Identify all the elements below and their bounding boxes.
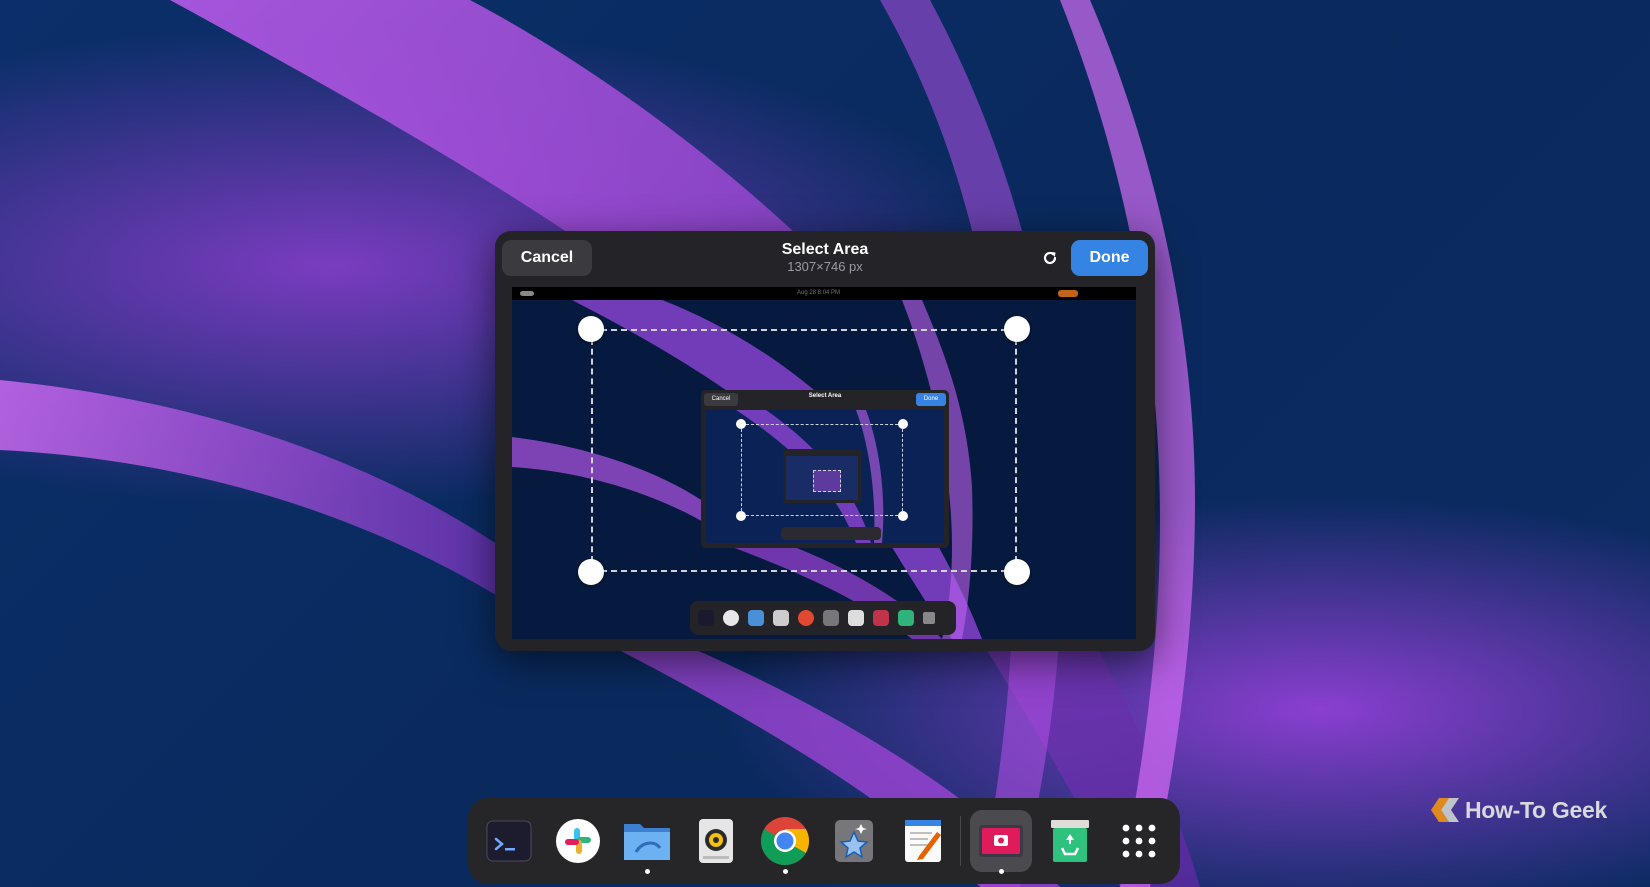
screenshot-preview[interactable]: Aug 28 8:04 PM Cancel Select Area Done xyxy=(512,287,1136,639)
how-to-geek-logo-icon xyxy=(1431,798,1459,822)
dialog-header: Cancel Select Area 1307×746 px Done xyxy=(495,231,1155,287)
selection-rectangle[interactable] xyxy=(591,329,1017,572)
app-grid-icon xyxy=(1122,824,1156,858)
dock-item-slack[interactable] xyxy=(547,810,609,872)
watermark-text: How-To Geek xyxy=(1465,796,1607,823)
select-area-dialog: Cancel Select Area 1307×746 px Done Aug … xyxy=(495,231,1155,651)
dialog-title-block: Select Area 1307×746 px xyxy=(675,240,975,275)
trash-icon xyxy=(1051,820,1089,862)
dock-item-screenshot[interactable] xyxy=(970,810,1032,874)
selection-handle-top-right[interactable] xyxy=(1004,316,1030,342)
dock-separator xyxy=(960,816,961,866)
dock-item-terminal[interactable] xyxy=(478,810,540,872)
how-to-geek-watermark: How-To Geek xyxy=(1427,795,1607,825)
selection-dimensions: 1307×746 px xyxy=(787,259,863,274)
speaker-icon xyxy=(699,819,733,863)
preview-top-bar: Aug 28 8:04 PM xyxy=(512,287,1136,300)
running-indicator xyxy=(783,869,788,874)
chrome-icon xyxy=(760,817,810,866)
dock-item-celebrity[interactable] xyxy=(823,810,885,872)
running-indicator xyxy=(999,869,1004,874)
dock-item-rhythmbox[interactable] xyxy=(685,810,747,872)
dock xyxy=(468,798,1180,884)
files-icon xyxy=(624,824,670,860)
dock-item-trash[interactable] xyxy=(1039,810,1101,872)
refresh-icon xyxy=(1043,251,1057,265)
dock-item-text-editor[interactable] xyxy=(892,810,954,872)
text-editor-icon xyxy=(905,820,941,862)
reset-selection-button[interactable] xyxy=(1035,240,1065,276)
preview-clock: Aug 28 8:04 PM xyxy=(797,290,841,296)
recording-indicator xyxy=(1058,290,1078,297)
done-button[interactable]: Done xyxy=(1071,240,1148,276)
activities-indicator xyxy=(520,291,534,296)
running-indicator xyxy=(645,869,650,874)
dialog-title: Select Area xyxy=(781,241,869,258)
dock-item-chrome[interactable] xyxy=(754,810,816,874)
cancel-button[interactable]: Cancel xyxy=(502,240,592,276)
selection-handle-bottom-left[interactable] xyxy=(578,559,604,585)
selection-handle-top-left[interactable] xyxy=(578,316,604,342)
selection-handle-bottom-right[interactable] xyxy=(1004,559,1030,585)
dock-item-files[interactable] xyxy=(616,810,678,874)
screenshot-icon xyxy=(979,825,1023,857)
preview-dock xyxy=(690,601,956,635)
slack-icon xyxy=(556,819,600,863)
terminal-icon xyxy=(486,820,532,862)
star-icon xyxy=(835,820,873,862)
dock-item-show-applications[interactable] xyxy=(1108,810,1170,872)
